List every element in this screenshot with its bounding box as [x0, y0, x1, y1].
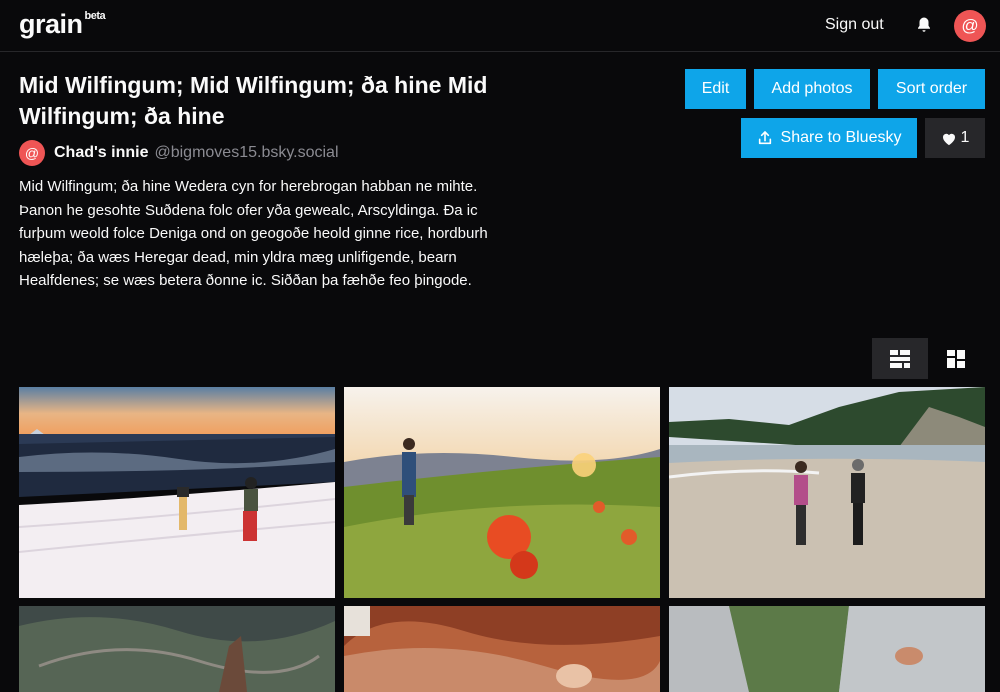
like-count: 1 [960, 129, 970, 146]
grain-logo[interactable]: grain beta [19, 9, 106, 40]
gallery-description: Mid Wilfingum; ða hine Wedera cyn for he… [19, 178, 488, 289]
sort-order-button[interactable]: Sort order [878, 69, 985, 109]
photo-tile[interactable] [669, 606, 985, 692]
author-avatar[interactable]: @ [19, 140, 45, 166]
heart-icon [942, 133, 955, 145]
author-name[interactable]: Chad's innie [54, 144, 148, 162]
justified-grid-icon [890, 349, 910, 368]
photo-tile[interactable] [19, 387, 335, 598]
photo-meadow-hiker [344, 387, 660, 598]
author-handle[interactable]: @bigmoves15.bsky.social [154, 144, 338, 162]
justified-view-button[interactable] [872, 338, 928, 379]
share-to-bluesky-button[interactable]: Share to Bluesky [741, 118, 917, 158]
gallery-title: Mid Wilfingum; Mid Wilfingum; ða hine Mi… [19, 72, 488, 129]
sign-out-link[interactable]: Sign out [825, 16, 884, 34]
share-icon [758, 131, 771, 145]
masonry-grid-icon [947, 349, 965, 368]
photo-rock-face-climber [669, 606, 985, 692]
edit-button[interactable]: Edit [685, 69, 746, 109]
gallery-author[interactable]: @ Chad's innie @bigmoves15.bsky.social [19, 140, 339, 166]
logo-beta-badge: beta [84, 10, 106, 22]
photo-beach-backpackers [669, 387, 985, 598]
bell-icon[interactable] [915, 16, 933, 34]
photo-aerial-river [19, 606, 335, 692]
user-avatar[interactable]: @ [954, 10, 986, 42]
like-button[interactable]: 1 [925, 118, 985, 158]
photo-skiers [19, 387, 335, 598]
photo-tile[interactable] [344, 387, 660, 598]
photo-sandstone-climb [344, 606, 660, 692]
photo-tile[interactable] [19, 606, 335, 692]
top-navbar: grain beta Sign out @ [0, 0, 1000, 52]
add-photos-button[interactable]: Add photos [754, 69, 870, 109]
masonry-view-button[interactable] [928, 338, 984, 379]
photo-tile[interactable] [669, 387, 985, 598]
share-label: Share to Bluesky [780, 129, 902, 146]
photo-tile[interactable] [344, 606, 660, 692]
logo-text: grain [19, 9, 83, 39]
layout-toggle [872, 338, 984, 379]
